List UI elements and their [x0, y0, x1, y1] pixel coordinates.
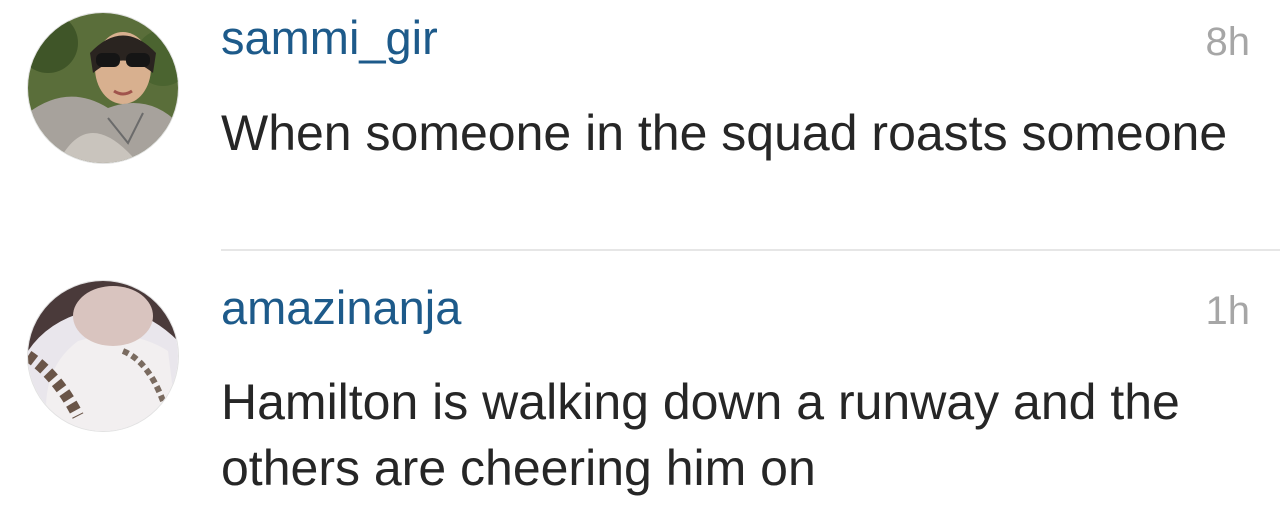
- comment-item: amazinanja 1h Hamilton is walking down a…: [0, 251, 1280, 508]
- username-link[interactable]: amazinanja: [221, 284, 461, 331]
- user-avatar-icon: [28, 13, 178, 163]
- comment-list: sammi_gir 8h When someone in the squad r…: [0, 0, 1280, 508]
- comment-text: When someone in the squad roasts someone: [221, 105, 1228, 161]
- avatar[interactable]: [27, 280, 179, 432]
- timestamp: 8h: [1205, 20, 1251, 64]
- username-link[interactable]: sammi_gir: [221, 14, 438, 61]
- user-avatar-icon: [28, 281, 178, 431]
- timestamp: 1h: [1205, 289, 1251, 333]
- comment-text: Hamilton is walking down a runway and th…: [221, 374, 1180, 496]
- comment-item: sammi_gir 8h When someone in the squad r…: [0, 0, 1280, 251]
- avatar[interactable]: [27, 12, 179, 164]
